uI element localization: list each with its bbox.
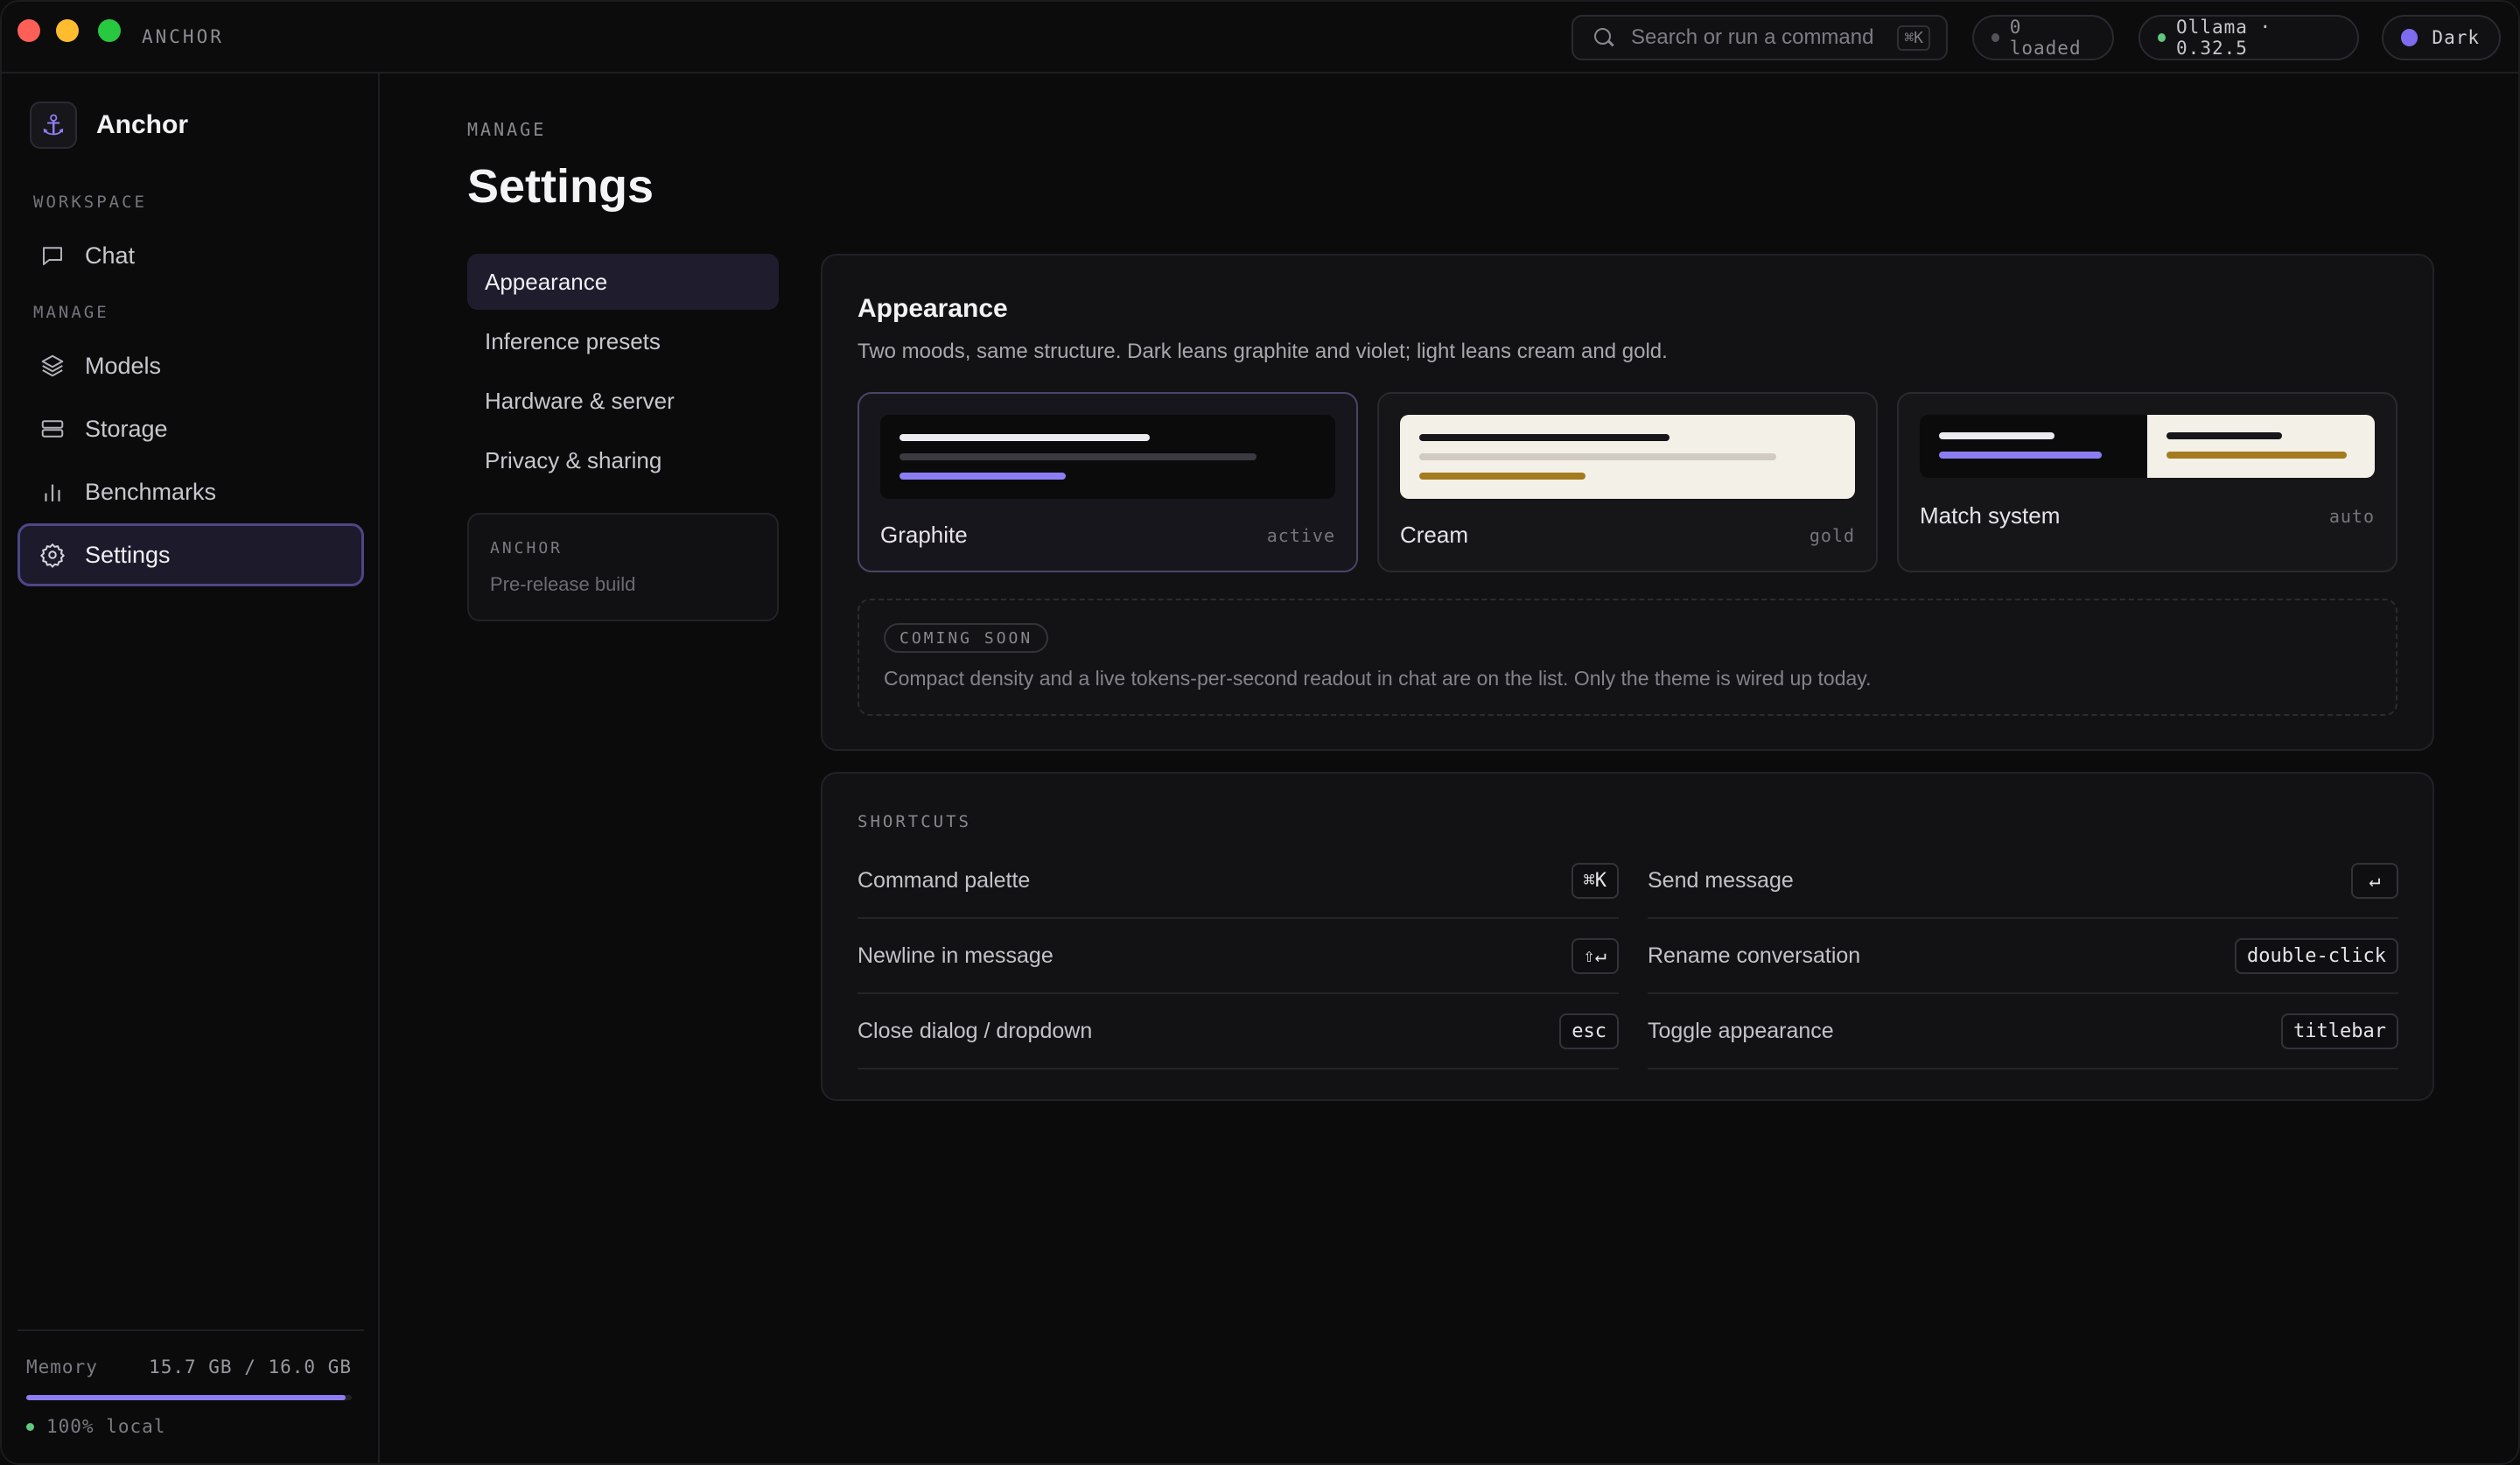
theme-tag: gold <box>1809 525 1855 546</box>
theme-toggle[interactable]: Dark <box>2382 15 2501 60</box>
models-loaded-status[interactable]: 0 loaded <box>1972 15 2114 60</box>
theme-name: Match system <box>1920 502 2061 529</box>
shortcut-label: Rename conversation <box>1648 943 1861 968</box>
app-window: ANCHOR Search or run a command ⌘K 0 load… <box>0 0 2520 1465</box>
sidebar: ⚓ Anchor WORKSPACE Chat MANAGE Models St… <box>2 74 380 1463</box>
shortcut-label: Send message <box>1648 867 1794 893</box>
shortcut-row: Toggle appearance titlebar <box>1648 994 2398 1069</box>
sidebar-item-chat[interactable]: Chat <box>18 224 364 287</box>
shortcuts-title: SHORTCUTS <box>858 812 971 831</box>
status-dot <box>2158 33 2166 42</box>
theme-option-match-system[interactable]: Match system auto <box>1897 392 2398 572</box>
sidebar-item-settings[interactable]: Settings <box>18 523 364 586</box>
settings-tab-label: Appearance <box>485 268 608 295</box>
engine-status[interactable]: Ollama · 0.32.5 <box>2138 15 2359 60</box>
shortcut-key: esc <box>1559 1013 1619 1049</box>
shortcut-label: Newline in message <box>858 943 1054 968</box>
appearance-card: Appearance Two moods, same structure. Da… <box>821 254 2434 751</box>
shortcut-key: double-click <box>2235 937 2398 974</box>
sidebar-item-label: Storage <box>85 415 168 442</box>
local-status: 100% local <box>26 1416 165 1437</box>
theme-preview-match-system <box>1920 415 2375 478</box>
appearance-title: Appearance <box>858 294 1008 323</box>
memory-progress-fill <box>26 1395 346 1400</box>
settings-tab-label: Privacy & sharing <box>485 446 662 473</box>
settings-tab-privacy-sharing[interactable]: Privacy & sharing <box>467 432 779 488</box>
local-status-label: 100% local <box>46 1416 166 1437</box>
shortcut-label: Command palette <box>858 867 1031 893</box>
brand-name: Anchor <box>96 110 188 139</box>
search-placeholder: Search or run a command <box>1631 25 1874 49</box>
settings-tab-hardware-server[interactable]: Hardware & server <box>467 373 779 429</box>
settings-tab-label: Inference presets <box>485 327 661 354</box>
sidebar-item-label: Chat <box>85 242 136 269</box>
memory-label: Memory <box>26 1356 98 1377</box>
coming-soon-badge: COMING SOON <box>884 623 1049 653</box>
theme-option-graphite[interactable]: Graphite active <box>858 392 1358 572</box>
breadcrumb: MANAGE <box>467 119 547 140</box>
coming-soon-box: COMING SOON Compact density and a live t… <box>858 599 2398 716</box>
minimize-window-button[interactable] <box>56 19 79 42</box>
anchor-logo-icon: ⚓ <box>30 102 77 149</box>
section-label-manage: MANAGE <box>33 303 109 322</box>
theme-label: Dark <box>2432 27 2480 48</box>
divider <box>18 1329 364 1331</box>
theme-option-cream[interactable]: Cream gold <box>1377 392 1878 572</box>
theme-name: Cream <box>1400 522 1469 548</box>
close-window-button[interactable] <box>18 19 40 42</box>
page-title: Settings <box>467 160 654 213</box>
models-loaded-label: 0 loaded <box>2009 17 2082 59</box>
shortcut-key: ⇧↵ <box>1571 937 1619 974</box>
coming-soon-text: Compact density and a live tokens-per-se… <box>884 667 1872 690</box>
memory-progress-bar <box>26 1395 352 1400</box>
theme-name: Graphite <box>880 522 968 548</box>
shortcut-row: Command palette ⌘K <box>858 844 1619 919</box>
shortcuts-card: SHORTCUTS Command palette ⌘K Send messag… <box>821 772 2434 1101</box>
theme-tag: auto <box>2328 506 2375 527</box>
build-info-title: ANCHOR <box>490 539 564 557</box>
sidebar-item-label: Benchmarks <box>85 478 217 505</box>
chat-icon <box>39 242 66 269</box>
shortcut-key: titlebar <box>2281 1013 2398 1049</box>
engine-label: Ollama · 0.32.5 <box>2176 17 2272 59</box>
sidebar-item-benchmarks[interactable]: Benchmarks <box>18 460 364 523</box>
sidebar-item-models[interactable]: Models <box>18 334 364 397</box>
zoom-window-button[interactable] <box>98 19 121 42</box>
shortcut-row: Newline in message ⇧↵ <box>858 919 1619 994</box>
sidebar-item-label: Settings <box>85 541 171 568</box>
build-info-box: ANCHOR Pre-release build <box>467 513 779 621</box>
search-icon <box>1592 26 1615 49</box>
storage-icon <box>39 416 66 442</box>
search-shortcut-key: ⌘K <box>1897 25 1930 51</box>
brand[interactable]: ⚓ Anchor <box>30 102 188 149</box>
settings-tab-appearance[interactable]: Appearance <box>467 254 779 310</box>
status-dot <box>26 1422 34 1431</box>
window-title: ANCHOR <box>142 26 224 47</box>
shortcut-row: Close dialog / dropdown esc <box>858 994 1619 1069</box>
build-info-subtitle: Pre-release build <box>490 573 636 595</box>
settings-tab-inference-presets[interactable]: Inference presets <box>467 313 779 369</box>
bar-chart-icon <box>39 479 66 505</box>
shortcut-key: ↵ <box>2351 862 2398 899</box>
sidebar-item-label: Models <box>85 352 162 379</box>
settings-tab-label: Hardware & server <box>485 387 675 414</box>
theme-tag: active <box>1266 525 1335 546</box>
theme-dot-icon <box>2401 29 2418 46</box>
theme-preview-cream <box>1400 415 1855 499</box>
section-label-workspace: WORKSPACE <box>33 193 147 212</box>
appearance-description: Two moods, same structure. Dark leans gr… <box>858 340 1668 363</box>
shortcut-row: Send message ↵ <box>1648 844 2398 919</box>
shortcut-row: Rename conversation double-click <box>1648 919 2398 994</box>
shortcut-key: ⌘K <box>1571 862 1619 899</box>
shortcut-label: Close dialog / dropdown <box>858 1018 1093 1043</box>
titlebar: ANCHOR Search or run a command ⌘K 0 load… <box>2 2 2518 74</box>
layers-icon <box>39 353 66 379</box>
memory-value: 15.7 GB / 16.0 GB <box>149 1356 352 1377</box>
gear-icon <box>39 542 66 568</box>
shortcut-label: Toggle appearance <box>1648 1018 1834 1043</box>
command-search[interactable]: Search or run a command ⌘K <box>1572 15 1948 60</box>
status-dot <box>1992 33 1999 42</box>
sidebar-item-storage[interactable]: Storage <box>18 397 364 460</box>
theme-preview-graphite <box>880 415 1335 499</box>
